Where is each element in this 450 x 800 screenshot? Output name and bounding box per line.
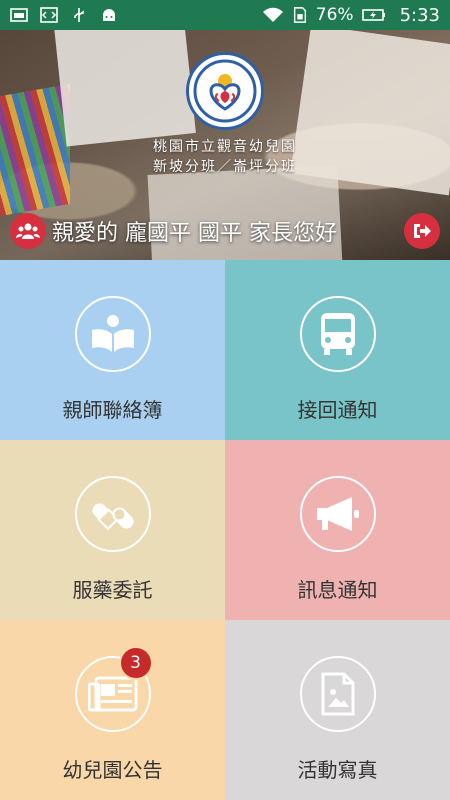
android-icon (103, 9, 115, 21)
family-button[interactable] (10, 213, 46, 249)
greeting-text: 親愛的 龐國平 國平 家長您好 (52, 221, 337, 246)
sim-icon (293, 7, 306, 23)
header-banner: 桃園市立觀音幼兒園 新坡分班／崙坪分班 親愛的 龐國平 國平 家長您好 (0, 30, 450, 260)
menu-tile-medication[interactable]: 服藥委託 (0, 440, 225, 620)
logout-icon (414, 224, 431, 238)
photo-document-icon (321, 672, 354, 716)
menu-grid: 親師聯絡簿 接回通知 服藥委託 訊息通知 3 幼兒園公告 活動寫真 (0, 260, 450, 800)
school-logo (186, 52, 264, 130)
menu-tile-pickup-notice[interactable]: 接回通知 (225, 260, 450, 440)
code-icon (40, 7, 58, 23)
menu-label: 服藥委託 (72, 578, 153, 602)
family-icon (16, 223, 40, 239)
newspaper-icon (87, 676, 137, 712)
usb-icon (74, 8, 84, 22)
branch-name: 新坡分班／崙坪分班 (153, 159, 297, 175)
background-drawing (54, 30, 196, 147)
menu-icon-circle (299, 476, 376, 552)
greeting-bar: 親愛的 龐國平 國平 家長您好 (10, 213, 440, 249)
clock: 5:33 (399, 4, 440, 26)
status-bar: 76% 5:33 (0, 0, 450, 30)
menu-icon-circle (299, 296, 376, 372)
book-icon (91, 315, 134, 352)
menu-tile-messages[interactable]: 訊息通知 (225, 440, 450, 620)
wifi-icon (262, 7, 283, 22)
notification-badge: 3 (118, 646, 153, 680)
menu-label: 活動寫真 (297, 758, 378, 782)
menu-label: 幼兒園公告 (62, 758, 163, 782)
menu-icon-circle (74, 476, 151, 552)
menu-icon-circle (299, 656, 376, 732)
menu-tile-photos[interactable]: 活動寫真 (225, 620, 450, 800)
logout-button[interactable] (404, 213, 440, 249)
bus-icon (320, 313, 355, 355)
battery-charging-icon (361, 9, 385, 21)
menu-tile-contact-book[interactable]: 親師聯絡簿 (0, 260, 225, 440)
pill-icon (91, 503, 134, 531)
menu-icon-circle (74, 296, 151, 372)
school-name: 桃園市立觀音幼兒園 (153, 139, 297, 155)
menu-label: 親師聯絡簿 (62, 398, 163, 422)
megaphone-icon (316, 497, 359, 531)
menu-label: 訊息通知 (297, 578, 378, 602)
menu-icon-circle: 3 (74, 646, 153, 732)
battery-percent: 76% (315, 5, 354, 25)
menu-tile-announcements[interactable]: 3 幼兒園公告 (0, 620, 225, 800)
menu-label: 接回通知 (297, 398, 378, 422)
gallery-icon (10, 8, 28, 22)
